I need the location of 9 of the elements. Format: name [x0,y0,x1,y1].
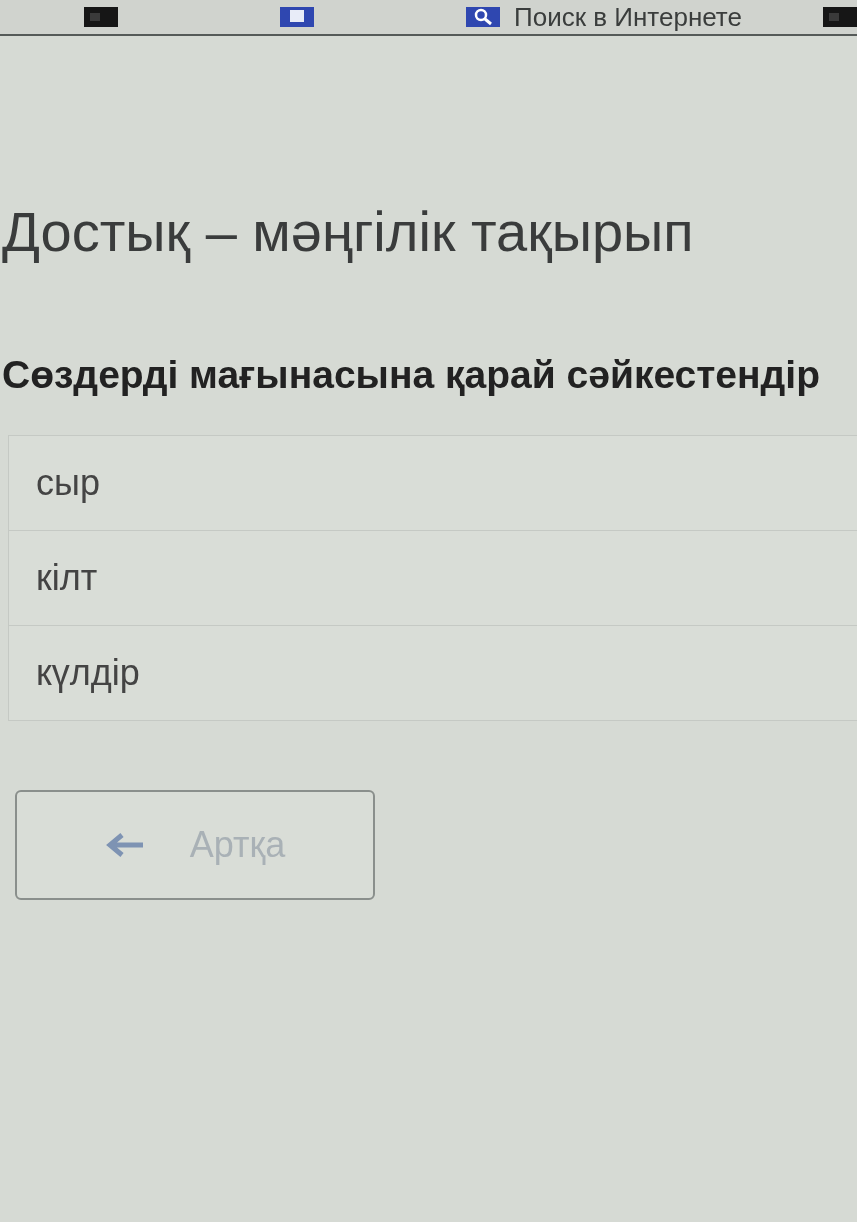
page-icon[interactable] [280,7,314,27]
page-title: Достық – мәңгілік тақырып [2,199,695,265]
instruction-text: Сөздерді мағынасына қарай сәйкестендір [2,352,822,398]
search-icon[interactable] [466,7,500,27]
word-item[interactable]: күлдір [9,626,857,720]
word-item[interactable]: кілт [9,531,857,626]
arrow-left-icon [104,832,145,858]
bookmark-link[interactable]: Поиск в Интернете [514,1,742,33]
word-item[interactable]: сыр [9,436,857,531]
